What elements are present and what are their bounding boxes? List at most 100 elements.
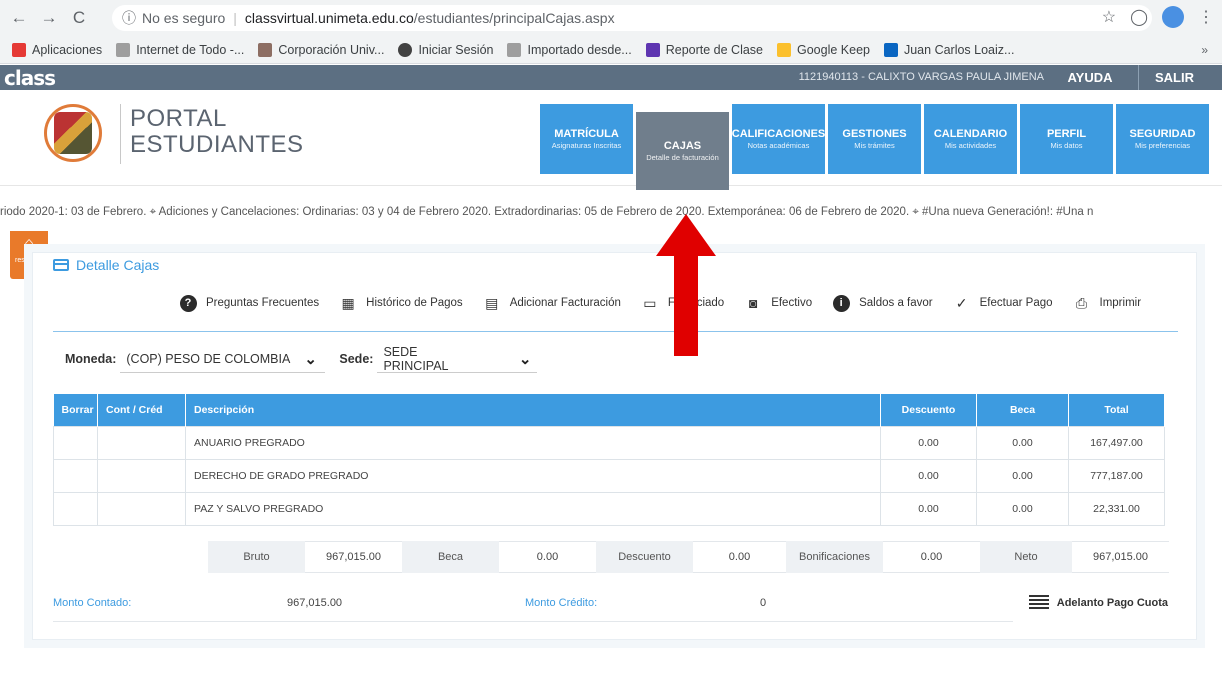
totals-row: Bruto 967,015.00 Beca 0.00 Descuento 0.0… [208,541,1169,573]
advance-payment-label: Adelanto Pago Cuota [1056,596,1168,609]
table-row[interactable]: PAZ Y SALVO PREGRADO 0.00 0.00 22,331.00 [53,491,1165,526]
menu-calendario[interactable]: CALENDARIO Mis actividades [924,104,1017,174]
cont-cred-cell[interactable] [97,458,186,493]
bookmark-label: Google Keep [797,42,870,57]
profile-avatar[interactable] [1162,6,1184,28]
faq-button[interactable]: ? Preguntas Frecuentes [178,293,319,313]
red-arrow-annotation [656,214,716,356]
make-payment-button[interactable]: ✓ Efectuar Pago [952,293,1053,313]
help-button[interactable]: AYUDA [1056,65,1124,90]
info-icon[interactable]: ⓘ [122,8,136,28]
currency-select[interactable]: (COP) PESO DE COLOMBIA ⌄ [120,345,326,373]
bookmark-reporte[interactable]: Reporte de Clase [645,42,763,57]
logout-button[interactable]: SALIR [1138,65,1210,90]
description-cell: ANUARIO PREGRADO [185,425,881,460]
url-host: classvirtual.unimeta.edu.co [244,10,414,26]
bookmark-linkedin[interactable]: Juan Carlos Loaiz... [883,42,1015,57]
news-ticker: riodo 2020-1: 03 de Febrero. ⌖ Adiciones… [0,206,1094,218]
scholarship-cell: 0.00 [976,425,1069,460]
add-billing-button[interactable]: ▤ Adicionar Facturación [482,293,621,313]
check-circle-icon: ✓ [955,294,968,311]
question-icon: ? [178,293,198,313]
cash-button[interactable]: ◙ Efectivo [743,293,812,313]
billing-table: Borrar Cont / Créd Descripción Descuento… [53,394,1165,526]
browser-toolbar: ← → C ⓘ No es seguro | classvirtual.unim… [0,0,1222,36]
menu-cajas[interactable]: CAJAS Detalle de facturación [636,112,729,190]
gross-label: Bruto [208,541,305,573]
action-label: Imprimir [1099,297,1142,309]
filters-row: Moneda: (COP) PESO DE COLOMBIA ⌄ Sede: S… [65,345,538,373]
list-icon [645,42,660,57]
menu-title: CAJAS [663,140,702,152]
menu-title: SEGURIDAD [1129,128,1196,140]
menu-icon[interactable]: ⋮ [1198,7,1214,27]
menu-subtitle: Asignaturas Inscritas [551,141,622,150]
delete-cell[interactable] [53,491,98,526]
menu-subtitle: Mis actividades [944,141,997,150]
cont-cred-cell[interactable] [97,491,186,526]
security-label: No es seguro [142,10,226,26]
advance-payment-button[interactable]: Adelanto Pago Cuota [1028,595,1168,610]
menu-seguridad[interactable]: SEGURIDAD Mis preferencias [1116,104,1209,174]
calendar-icon: ▦ [341,294,355,311]
delete-cell[interactable] [53,458,98,493]
action-label: Adicionar Facturación [509,297,621,309]
delete-cell[interactable] [53,425,98,460]
discount-cell: 0.00 [880,491,977,526]
menu-perfil[interactable]: PERFIL Mis datos [1020,104,1113,174]
seal-emblem [54,112,92,154]
bookmark-iniciar-sesion[interactable]: Iniciar Sesión [398,42,493,57]
bookmark-keep[interactable]: Google Keep [777,42,870,57]
menu-title: MATRÍCULA [554,128,619,140]
document-icon: ▤ [485,294,499,311]
payment-history-button[interactable]: ▦ Histórico de Pagos [338,293,463,313]
forward-icon[interactable]: → [38,7,60,29]
discount-cell: 0.00 [880,425,977,460]
menu-calificaciones[interactable]: CALIFICACIONES Notas académicas [732,104,825,174]
cash-icon: ◙ [748,295,758,311]
keep-icon [777,42,791,57]
menu-subtitle: Mis datos [1050,141,1083,150]
site-select[interactable]: SEDE PRINCIPAL ⌄ [377,345,538,373]
credit-amount-label: Monto Crédito: [525,597,598,609]
address-bar[interactable]: ⓘ No es seguro | classvirtual.unimeta.ed… [112,5,1152,31]
menu-subtitle: Mis trámites [854,141,895,150]
net-value: 967,015.00 [1072,541,1169,573]
reload-icon[interactable]: C [68,7,90,29]
extension-icon[interactable]: ◯ [1130,7,1148,27]
action-label: Preguntas Frecuentes [206,297,320,309]
bookmark-label: Importado desde... [527,42,632,57]
menu-gestiones[interactable]: GESTIONES Mis trámites [828,104,921,174]
chevron-down-icon: ⌄ [518,350,532,368]
col-descuento: Descuento [880,394,977,426]
bookmarks-more-icon[interactable]: » [1201,43,1208,57]
table-row[interactable]: ANUARIO PREGRADO 0.00 0.00 167,497.00 [53,425,1165,460]
back-icon[interactable]: ← [8,7,30,29]
bookmark-corporacion[interactable]: Corporación Univ... [258,42,384,57]
scholarship-total-value: 0.00 [499,541,596,573]
action-label: Efectivo [771,297,813,309]
printer-icon: ⎙ [1075,294,1088,311]
main-menu: MATRÍCULA Asignaturas Inscritas CAJAS Deta… [540,104,1212,190]
bookmark-apps[interactable]: Aplicaciones [12,42,102,57]
portal-title: PORTAL ESTUDIANTES [130,106,304,158]
print-button[interactable]: ⎙ Imprimir [1072,293,1142,313]
summary-divider [53,621,1013,622]
cont-cred-cell[interactable] [97,425,186,460]
table-row[interactable]: DERECHO DE GRADO PREGRADO 0.00 0.00 777,… [53,458,1165,493]
bookmark-internet[interactable]: Internet de Todo -... [116,42,245,57]
bookmark-importado[interactable]: Importado desde... [507,42,632,57]
bookmark-label: Internet de Todo -... [136,42,245,57]
total-cell: 777,187.00 [1068,458,1165,493]
panel-title-text: Detalle Cajas [76,257,160,273]
credit-balance-button[interactable]: i Saldos a favor [831,293,933,313]
bookmark-label: Juan Carlos Loaiz... [903,42,1015,57]
action-label: Histórico de Pagos [366,297,463,309]
omnibox-separator: | [233,10,237,26]
menu-title: PERFIL [1046,128,1087,140]
discount-total-value: 0.00 [693,541,786,573]
menu-matricula[interactable]: MATRÍCULA Asignaturas Inscritas [540,104,633,174]
url-path: /estudiantes/principalCajas.aspx [413,10,615,26]
star-icon[interactable]: ☆ [1102,7,1116,27]
menu-subtitle: Notas académicas [747,141,810,150]
